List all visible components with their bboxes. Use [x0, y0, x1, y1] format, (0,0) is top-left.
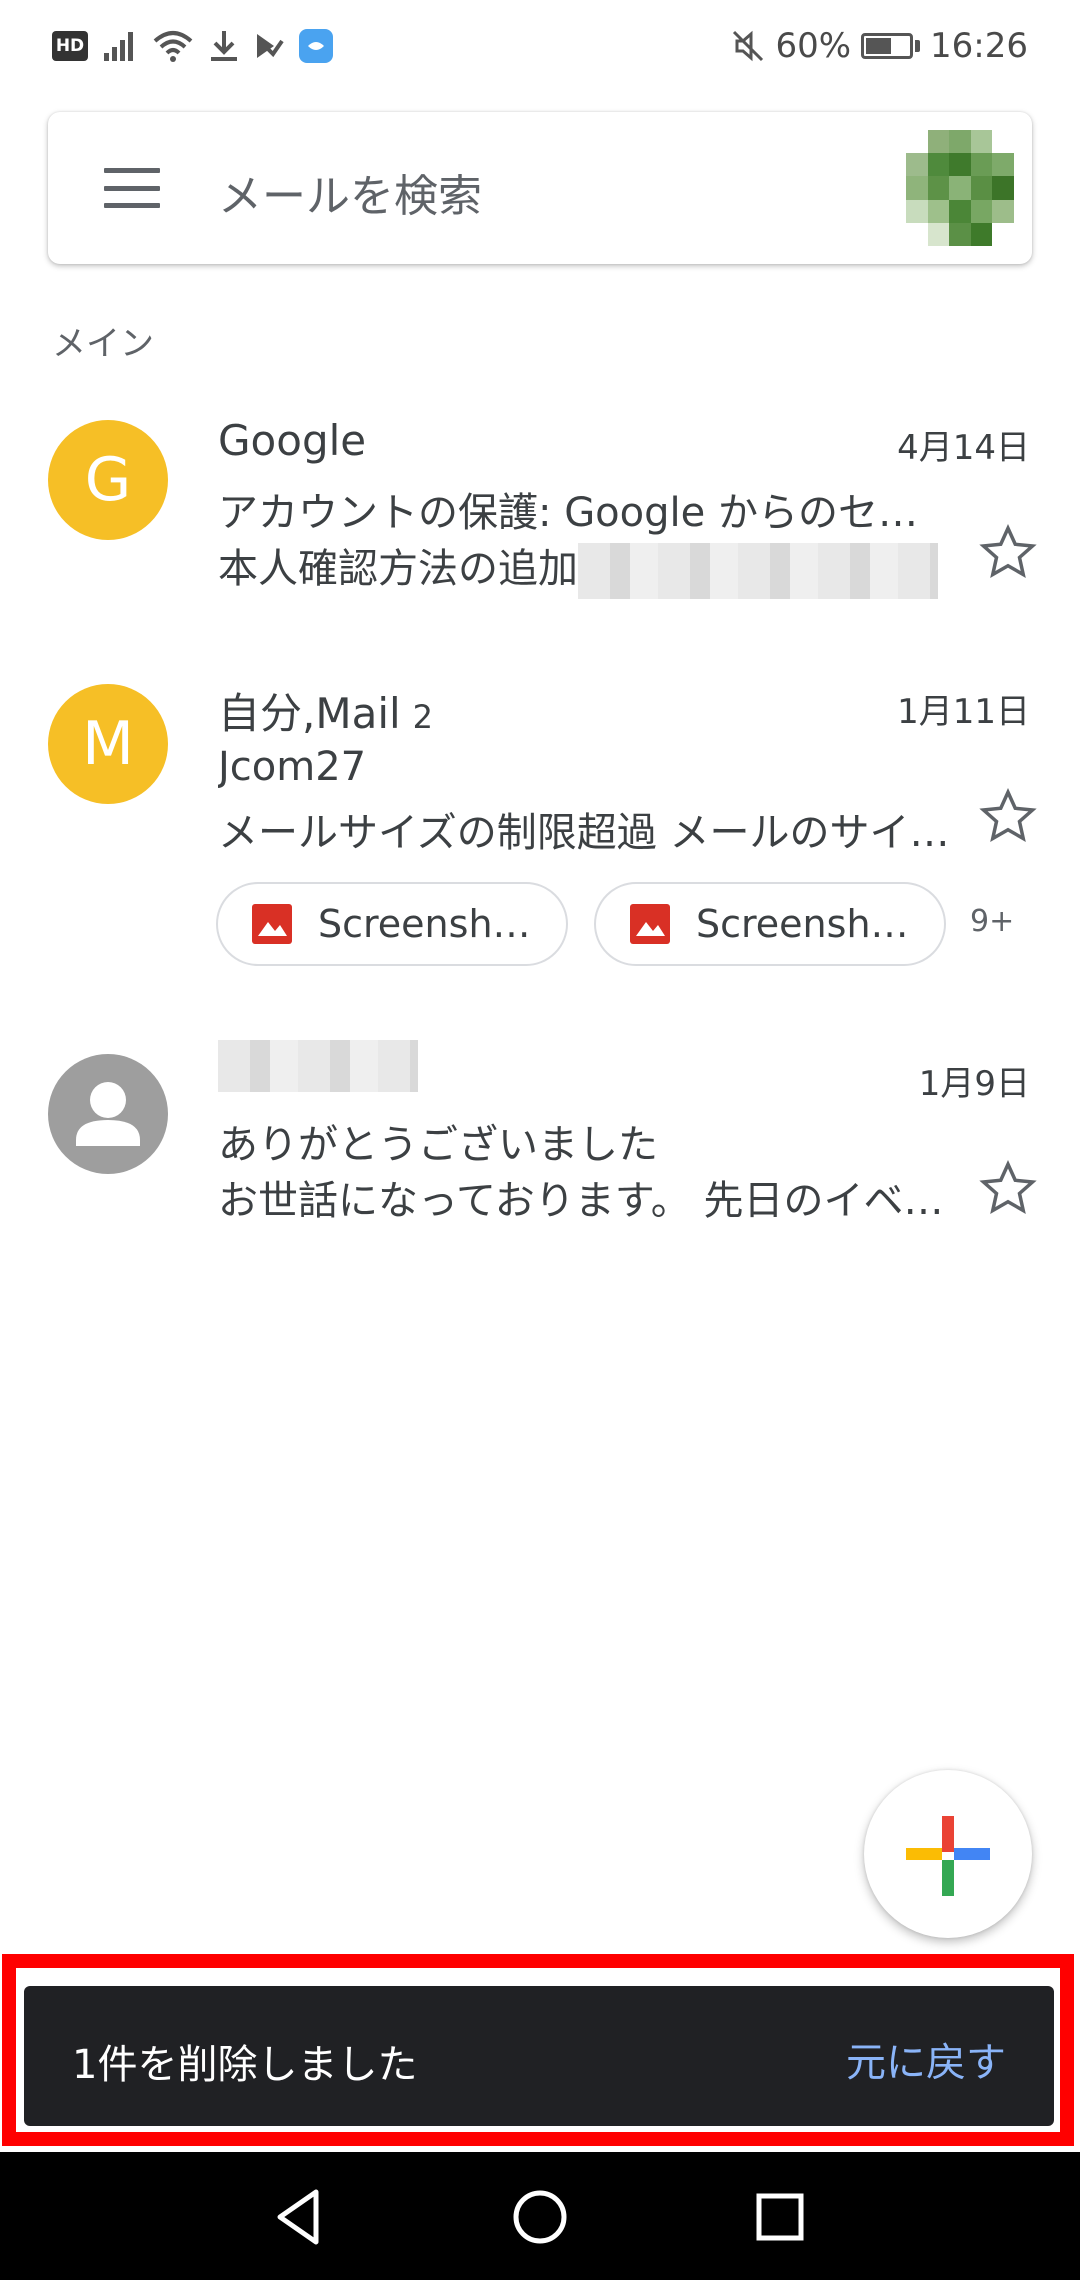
image-icon [252, 904, 292, 944]
mail-subject: アカウントの保護: Google からのセ… [218, 490, 918, 536]
mail-item[interactable]: G Google 4月14日 アカウントの保護: Google からのセ… 本人… [0, 400, 1080, 620]
search-bar[interactable]: メールを検索 [48, 112, 1032, 264]
attachment-name: Screensh… [696, 902, 909, 946]
status-icons-right: 60% 16:26 [731, 24, 1028, 68]
attachment-name: Screensh… [318, 902, 531, 946]
attachment-chip[interactable]: Screensh… [216, 882, 568, 966]
mail-snippet: メールサイズの制限超過 メールのサイ… [218, 810, 950, 856]
search-input[interactable]: メールを検索 [218, 160, 482, 224]
mail-snippet: 本人確認方法の追加 [218, 536, 968, 599]
account-avatar[interactable] [906, 130, 1014, 246]
attachment-chip[interactable]: Screensh… [594, 882, 946, 966]
redacted-block [578, 543, 938, 599]
mail-sender-line: 自分,Mail 2 [218, 680, 433, 741]
mail-subject: Jcom27 [218, 744, 367, 790]
sender-avatar[interactable]: G [48, 420, 168, 540]
mail-item[interactable]: 1月9日 ありがとうございました お世話になっております。 先日のイベ… [0, 1036, 1080, 1256]
home-icon[interactable] [505, 2182, 575, 2252]
star-icon[interactable] [978, 1158, 1038, 1218]
battery-icon [861, 33, 921, 59]
mail-sender: 自分,Mail [218, 689, 401, 738]
sender-avatar[interactable] [48, 1054, 168, 1174]
battery-percent: 60% [775, 26, 852, 66]
mute-icon [731, 29, 765, 63]
mail-snippet-text: 本人確認方法の追加 [218, 546, 578, 592]
section-label-main: メイン [52, 324, 154, 364]
play-store-check-icon [254, 31, 284, 61]
system-nav-bar [0, 2152, 1080, 2280]
mail-item[interactable]: M 自分,Mail 2 1月11日 Jcom27 メールサイズの制限超過 メールの… [0, 664, 1080, 994]
mail-date: 4月14日 [897, 428, 1030, 468]
person-icon [76, 1082, 140, 1146]
wifi-icon [152, 29, 194, 63]
mail-date: 1月9日 [918, 1064, 1030, 1104]
status-icons-left: HD [52, 24, 334, 68]
sender-avatar[interactable]: M [48, 684, 168, 804]
mail-subject: ありがとうございました [218, 1122, 658, 1168]
compose-button[interactable] [864, 1770, 1032, 1938]
download-icon [208, 29, 240, 63]
signal-icon [102, 29, 138, 63]
hamburger-menu-icon[interactable] [104, 168, 160, 208]
mail-sender-redacted [218, 1038, 418, 1092]
snackbar-message: 1件を削除しました [72, 2042, 418, 2088]
compose-plus-icon [906, 1816, 990, 1896]
app-notification-icon [298, 28, 334, 64]
clock: 16:26 [930, 26, 1028, 66]
hd-badge: HD [52, 31, 88, 61]
more-attachments-count: 9+ [970, 904, 1015, 939]
snackbar: 1件を削除しました 元に戻す [24, 1986, 1054, 2126]
status-bar: HD 60% 16:26 [0, 0, 1080, 92]
mail-sender: Google [218, 416, 367, 465]
star-icon[interactable] [978, 522, 1038, 582]
mail-snippet: お世話になっております。 先日のイベ… [218, 1178, 944, 1224]
mail-date: 1月11日 [897, 692, 1030, 732]
undo-button[interactable]: 元に戻す [846, 2030, 1006, 2088]
recents-icon[interactable] [745, 2182, 815, 2252]
star-icon[interactable] [978, 786, 1038, 846]
back-icon[interactable] [264, 2182, 334, 2252]
image-icon [630, 904, 670, 944]
redacted-block [218, 1039, 418, 1092]
thread-count: 2 [412, 698, 434, 736]
